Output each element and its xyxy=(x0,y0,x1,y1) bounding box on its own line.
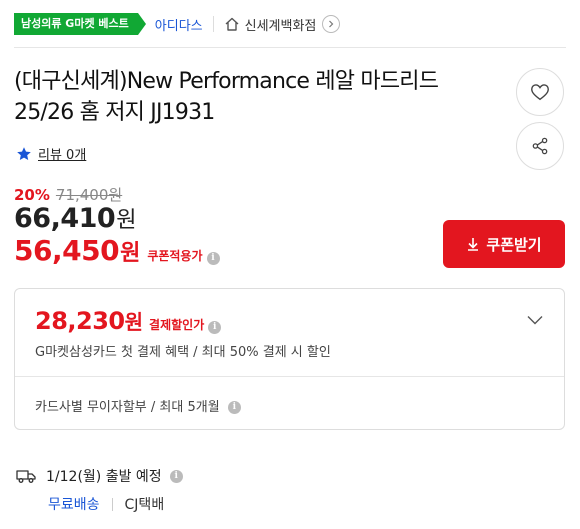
sale-price-number: 66,410 xyxy=(14,203,116,234)
info-icon[interactable]: i xyxy=(206,252,220,265)
review-link[interactable]: 리뷰 0개 xyxy=(16,144,86,163)
payment-discount-section[interactable]: 28,230 원 결제할인가 i G마켓삼성카드 첫 결제 혜택 / 최대 50… xyxy=(15,289,564,377)
brand-link[interactable]: 아디다스 xyxy=(155,15,203,34)
coupon-price-unit: 원 xyxy=(120,241,141,266)
coupon-price-label: 쿠폰적용가 xyxy=(147,249,203,263)
payment-description: G마켓삼성카드 첫 결제 혜택 / 최대 50% 결제 시 할인 xyxy=(35,345,331,360)
shipping-detail: 무료배송 CJ택배 xyxy=(48,494,164,514)
wishlist-button[interactable] xyxy=(516,68,564,116)
divider xyxy=(111,497,113,511)
get-coupon-label: 쿠폰받기 xyxy=(486,235,542,254)
breadcrumb: 남성의류 G마켓 베스트 아디다스 신세계백화점 xyxy=(14,12,341,36)
payment-price-number: 28,230 xyxy=(35,307,125,335)
share-icon xyxy=(532,137,548,155)
home-icon xyxy=(225,17,239,31)
payment-price: 28,230 원 결제할인가 i xyxy=(35,306,222,335)
info-icon[interactable]: i xyxy=(169,469,183,483)
info-icon[interactable]: i xyxy=(208,321,222,334)
truck-icon xyxy=(16,470,36,483)
sale-price-unit: 원 xyxy=(116,208,137,233)
shipping-date: 1/12(월) 출발 예정 xyxy=(46,469,162,485)
coupon-price-number: 56,450 xyxy=(14,234,120,267)
payment-discount-card: 28,230 원 결제할인가 i G마켓삼성카드 첫 결제 혜택 / 최대 50… xyxy=(14,288,565,430)
star-icon xyxy=(17,146,31,160)
chevron-right-icon xyxy=(322,15,341,33)
get-coupon-button[interactable]: 쿠폰받기 xyxy=(443,220,565,268)
installment-text: 카드사별 무이자할부 / 최대 5개월 xyxy=(35,400,220,415)
divider xyxy=(14,47,566,48)
chevron-down-icon[interactable] xyxy=(526,311,544,329)
carrier-name: CJ택배 xyxy=(124,497,165,513)
payment-price-label: 결제할인가 xyxy=(149,318,205,332)
free-shipping-label: 무료배송 xyxy=(48,497,100,513)
installment-info: 카드사별 무이자할부 / 최대 5개월 i xyxy=(35,396,241,415)
best-badge[interactable]: 남성의류 G마켓 베스트 xyxy=(14,13,146,35)
shipping-row: 1/12(월) 출발 예정 i xyxy=(16,466,183,486)
info-icon[interactable]: i xyxy=(227,401,241,414)
divider xyxy=(212,16,214,32)
review-count: 리뷰 0개 xyxy=(38,148,87,163)
sale-price: 66,410 원 xyxy=(14,202,136,234)
store-name: 신세계백화점 xyxy=(244,18,317,34)
product-title: (대구신세계)New Performance 레알 마드리드 25/26 홈 저… xyxy=(14,69,439,125)
store-link[interactable]: 신세계백화점 xyxy=(224,15,341,34)
download-icon xyxy=(468,238,479,251)
heart-icon xyxy=(531,84,549,101)
share-button[interactable] xyxy=(516,122,564,170)
coupon-price: 56,450 원 쿠폰적용가 i xyxy=(14,234,220,267)
payment-price-unit: 원 xyxy=(124,310,144,334)
